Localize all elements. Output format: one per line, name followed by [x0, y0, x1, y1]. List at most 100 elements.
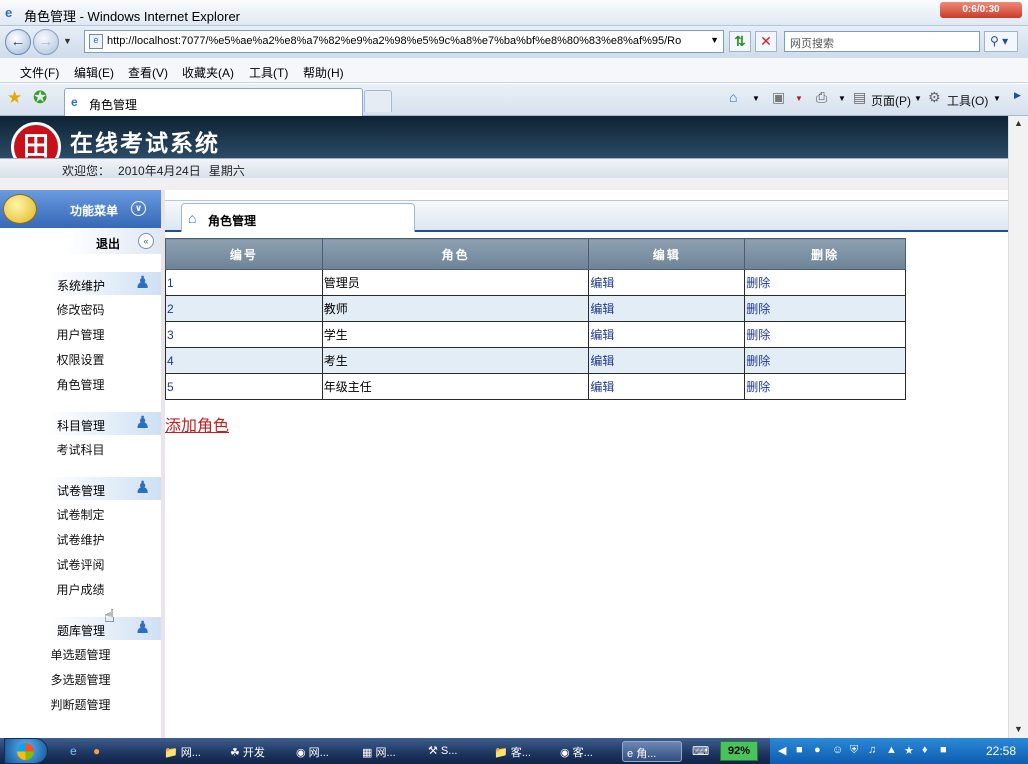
- sidebar-item-paper-create[interactable]: 试卷制定: [0, 506, 161, 523]
- battery-percent[interactable]: 92%: [720, 741, 758, 761]
- sidebar-item-paper-maintain[interactable]: 试卷维护: [0, 531, 161, 548]
- sidebar-group-label: 科目管理: [57, 419, 106, 433]
- add-favorite-icon[interactable]: ✪: [33, 88, 47, 108]
- refresh-button[interactable]: ⇅: [729, 31, 751, 52]
- logout-chevron-icon[interactable]: «: [138, 233, 154, 249]
- edit-link[interactable]: 编辑: [588, 295, 746, 322]
- panel-tabstrip: ⌂ 角色管理: [165, 200, 1008, 232]
- print-dropdown-icon[interactable]: ▼: [838, 94, 846, 103]
- scroll-down-icon[interactable]: ▼: [1014, 724, 1023, 734]
- add-role-link[interactable]: 添加角色: [165, 412, 229, 436]
- sidebar-group-system[interactable]: 系统维护 ♟: [0, 272, 161, 295]
- keyboard-icon[interactable]: ⌨: [692, 744, 709, 758]
- menu-file[interactable]: 文件(F): [20, 64, 59, 81]
- stop-button[interactable]: ✕: [755, 31, 777, 52]
- page-menu-button[interactable]: 页面(P): [871, 92, 911, 109]
- taskbar-button[interactable]: ☘ 开发: [226, 741, 288, 762]
- start-button[interactable]: [4, 738, 48, 764]
- sidebar-item-user-scores[interactable]: 用户成绩: [0, 581, 161, 598]
- tray-security-icon[interactable]: ★: [904, 744, 914, 757]
- sidebar-item-true-false[interactable]: 判断题管理: [0, 696, 161, 713]
- url-text[interactable]: http://localhost:7077/%e5%ae%a2%e8%a7%82…: [107, 35, 707, 47]
- sidebar-item-multi-choice[interactable]: 多选题管理: [0, 671, 161, 688]
- taskbar-button-label: 客...: [572, 747, 593, 759]
- taskbar-button[interactable]: ◉ 客...: [556, 741, 618, 762]
- new-tab-button[interactable]: [364, 90, 392, 112]
- table-row: 2 教师 编辑 删除: [165, 295, 906, 322]
- cell-role: 学生: [321, 321, 590, 348]
- tray-arrow-icon[interactable]: ◀: [778, 744, 786, 757]
- sidebar-group-question-bank[interactable]: 题库管理 ♟: [0, 617, 161, 640]
- edit-link[interactable]: 编辑: [588, 373, 746, 400]
- sidebar-item-role-management[interactable]: 角色管理: [0, 376, 161, 393]
- window-controls[interactable]: 0:6/0:30: [940, 2, 1022, 18]
- quicklaunch-ie-icon[interactable]: e: [70, 744, 77, 758]
- home-icon[interactable]: ⌂: [729, 89, 737, 105]
- menu-help[interactable]: 帮助(H): [303, 64, 344, 81]
- sidebar-item-exam-subjects[interactable]: 考试科目: [0, 441, 161, 458]
- taskbar-button[interactable]: ▦ 网...: [358, 741, 420, 762]
- taskbar-button-active[interactable]: e 角...: [622, 741, 682, 762]
- search-input[interactable]: 网页搜索: [784, 31, 980, 52]
- tab-current[interactable]: e 角色管理: [64, 88, 363, 116]
- page-dropdown-icon[interactable]: ▼: [914, 94, 922, 103]
- tray-clock[interactable]: 22:58: [986, 744, 1016, 758]
- taskbar-button[interactable]: ◉ 网...: [292, 741, 354, 762]
- delete-link[interactable]: 删除: [744, 269, 906, 296]
- delete-link[interactable]: 删除: [744, 321, 906, 348]
- tray-network-icon[interactable]: ●: [814, 744, 821, 756]
- tray-chat-icon[interactable]: ☺: [832, 744, 843, 756]
- sidebar-group-paper[interactable]: 试卷管理 ♟: [0, 477, 161, 500]
- home-dropdown-icon[interactable]: ▼: [752, 94, 760, 103]
- favorites-star-icon[interactable]: ★: [7, 88, 22, 108]
- feeds-dropdown-icon[interactable]: ▼: [795, 94, 803, 103]
- feeds-icon[interactable]: ▣: [772, 89, 785, 106]
- sidebar-item-permission-settings[interactable]: 权限设置: [0, 351, 161, 368]
- back-button[interactable]: ←: [5, 29, 31, 55]
- delete-link[interactable]: 删除: [744, 347, 906, 374]
- scroll-up-icon[interactable]: ▲: [1014, 118, 1023, 128]
- print-icon[interactable]: ⎙: [816, 89, 827, 106]
- tray-shield-icon[interactable]: ⛨: [850, 744, 858, 757]
- sidebar-group-subject[interactable]: 科目管理 ♟: [0, 412, 161, 435]
- tray-update-icon[interactable]: ▲: [886, 744, 897, 756]
- edit-link[interactable]: 编辑: [588, 347, 746, 374]
- sidebar-item-paper-review[interactable]: 试卷评阅: [0, 556, 161, 573]
- menu-view[interactable]: 查看(V): [128, 64, 168, 81]
- tray-volume-icon[interactable]: ♫: [868, 744, 876, 756]
- divider: [0, 178, 1008, 190]
- sidebar-item-user-management[interactable]: 用户管理: [0, 326, 161, 343]
- tools-dropdown-icon[interactable]: ▼: [993, 94, 1001, 103]
- tray-misc-icon[interactable]: ♦: [922, 744, 928, 756]
- taskbar-button[interactable]: 📁 客...: [490, 741, 552, 762]
- menu-favorites[interactable]: 收藏夹(A): [182, 64, 234, 81]
- taskbar: e ● 📁 网... ☘ 开发 ◉ 网... ▦ 网... ⚒ S... 📁 客…: [0, 738, 1028, 764]
- tray-app-icon[interactable]: ■: [796, 744, 803, 756]
- edit-link[interactable]: 编辑: [588, 321, 746, 348]
- vertical-scrollbar[interactable]: ▲ ▼: [1008, 116, 1028, 738]
- tab-role-management[interactable]: ⌂ 角色管理: [181, 203, 415, 232]
- logout-row[interactable]: 退出 «: [0, 228, 161, 254]
- history-dropdown-icon[interactable]: ▼: [63, 36, 72, 46]
- edit-link[interactable]: 编辑: [588, 269, 746, 296]
- more-chevron-icon[interactable]: ▶: [1014, 90, 1021, 101]
- collapse-menu-icon[interactable]: ∨: [131, 201, 146, 216]
- sidebar-item-change-password[interactable]: 修改密码: [0, 301, 161, 318]
- welcome-label: 欢迎您：: [62, 164, 111, 178]
- delete-link[interactable]: 删除: [744, 295, 906, 322]
- page-icon: e: [89, 34, 103, 49]
- sidebar-item-single-choice[interactable]: 单选题管理: [0, 646, 161, 663]
- search-button[interactable]: ⚲ ▾: [984, 31, 1018, 52]
- menu-tools[interactable]: 工具(T): [249, 64, 288, 81]
- quicklaunch-firefox-icon[interactable]: ●: [93, 744, 100, 758]
- taskbar-button[interactable]: ⚒ S...: [424, 741, 486, 762]
- tray-extra-icon[interactable]: ■: [940, 744, 947, 756]
- menu-edit[interactable]: 编辑(E): [74, 64, 114, 81]
- taskbar-button[interactable]: 📁 网...: [160, 741, 222, 762]
- tools-menu-button[interactable]: 工具(O): [947, 92, 988, 109]
- forward-button[interactable]: →: [33, 29, 59, 55]
- address-dropdown-icon[interactable]: ▼: [710, 35, 719, 45]
- logout-button[interactable]: 退出: [96, 235, 120, 252]
- address-bar[interactable]: e http://localhost:7077/%e5%ae%a2%e8%a7%…: [84, 30, 724, 53]
- delete-link[interactable]: 删除: [744, 373, 906, 400]
